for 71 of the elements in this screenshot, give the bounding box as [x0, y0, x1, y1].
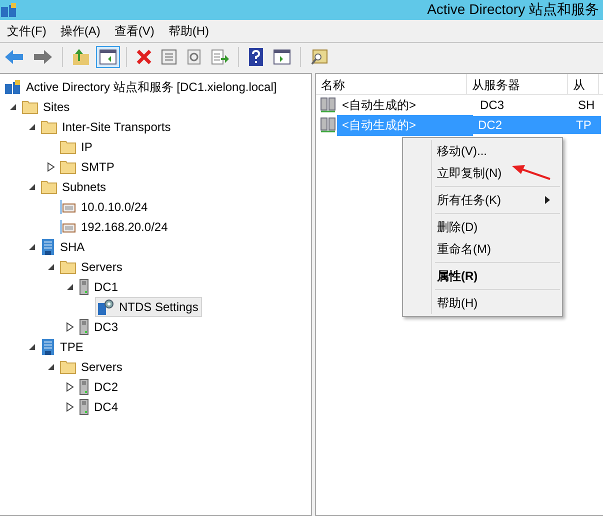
menu-item[interactable]: 立即复制(N)	[405, 162, 560, 184]
table-cell-text: DC3	[479, 97, 506, 114]
subnet-icon	[60, 219, 76, 235]
table-cell-text: SH	[577, 97, 596, 114]
menu-item[interactable]: 帮助(H)	[161, 22, 216, 40]
collapse-arrow-icon[interactable]	[46, 263, 54, 271]
table-cell-text: <自动生成的>	[341, 96, 418, 114]
tree-item[interactable]: DC3	[76, 317, 122, 337]
server-icon	[79, 279, 89, 295]
tree-item[interactable]: NTDS Settings	[95, 297, 202, 317]
collapse-arrow-icon[interactable]	[46, 363, 54, 371]
directory-icon	[5, 80, 21, 94]
tree-item[interactable]: TPE	[38, 337, 88, 357]
collapse-arrow-icon[interactable]	[66, 283, 74, 291]
expand-arrow-icon[interactable]	[66, 402, 74, 412]
menu-item[interactable]: 重命名(M)	[405, 238, 560, 260]
menu-item[interactable]: 文件(F)	[0, 22, 54, 40]
folder-icon	[41, 180, 57, 194]
collapse-arrow-icon[interactable]	[28, 123, 36, 131]
subnet-icon	[60, 199, 76, 215]
column-header[interactable]: 从服务器	[467, 74, 568, 94]
menu-item[interactable]: 属性(R)	[405, 265, 560, 287]
tree-item[interactable]: Subnets	[38, 178, 110, 196]
folder-icon	[60, 160, 76, 174]
connection-icon	[320, 97, 336, 113]
menu-item[interactable]: 操作(A)	[53, 22, 108, 40]
tree-item[interactable]: Sites	[19, 98, 74, 116]
tree-item[interactable]: SHA	[38, 237, 89, 257]
tree-item[interactable]: IP	[57, 138, 96, 156]
window-title: Active Directory 站点和服务	[427, 1, 599, 19]
table-cell: TP	[571, 116, 601, 134]
server-icon	[79, 379, 89, 395]
column-header[interactable]: 名称	[316, 74, 467, 94]
folder-icon	[60, 140, 76, 154]
table-cell: <自动生成的>	[337, 114, 473, 136]
collapse-arrow-icon[interactable]	[28, 243, 36, 251]
gear-icon	[98, 299, 114, 315]
collapse-arrow-icon[interactable]	[28, 343, 36, 351]
folder-icon	[60, 260, 76, 274]
building-icon	[41, 239, 55, 255]
server-icon	[79, 399, 89, 415]
connection-icon	[320, 117, 336, 133]
server-icon	[79, 319, 89, 335]
collapse-arrow-icon[interactable]	[28, 183, 36, 191]
tree-item[interactable]: DC4	[76, 397, 122, 417]
tree-item[interactable]: Inter-Site Transports	[38, 118, 175, 136]
tree-button[interactable]	[96, 46, 120, 68]
tree-item[interactable]: Servers	[57, 358, 126, 376]
tree-item[interactable]: 192.168.20.0/24	[57, 217, 172, 237]
expand-arrow-icon[interactable]	[66, 322, 74, 332]
tree-item[interactable]: Servers	[57, 258, 126, 276]
tree-item[interactable]: DC1	[76, 277, 122, 297]
table-cell: DC2	[473, 116, 571, 134]
tree-item[interactable]: Active Directory 站点和服务 [DC1.xielong.local]	[2, 76, 281, 98]
folder-icon	[22, 100, 38, 114]
expand-arrow-icon[interactable]	[46, 162, 54, 172]
expand-arrow-icon[interactable]	[66, 382, 74, 392]
folder-icon	[60, 360, 76, 374]
column-header[interactable]: 从	[568, 74, 599, 94]
building-icon	[41, 339, 55, 355]
folder-icon	[41, 120, 57, 134]
tree-item[interactable]: 10.0.10.0/24	[57, 197, 152, 217]
menu-item[interactable]: 帮助(H)	[405, 292, 560, 314]
menu-item[interactable]: 查看(V)	[107, 22, 162, 40]
menu-item[interactable]: 删除(D)	[405, 216, 560, 238]
menu-item[interactable]: 所有任务(K)	[405, 189, 560, 211]
tree-item[interactable]: SMTP	[57, 158, 118, 176]
collapse-arrow-icon[interactable]	[8, 103, 16, 111]
tree-item[interactable]: DC2	[76, 377, 122, 397]
menu-item[interactable]: 移动(V)...	[405, 140, 560, 162]
app-icon	[1, 3, 17, 17]
